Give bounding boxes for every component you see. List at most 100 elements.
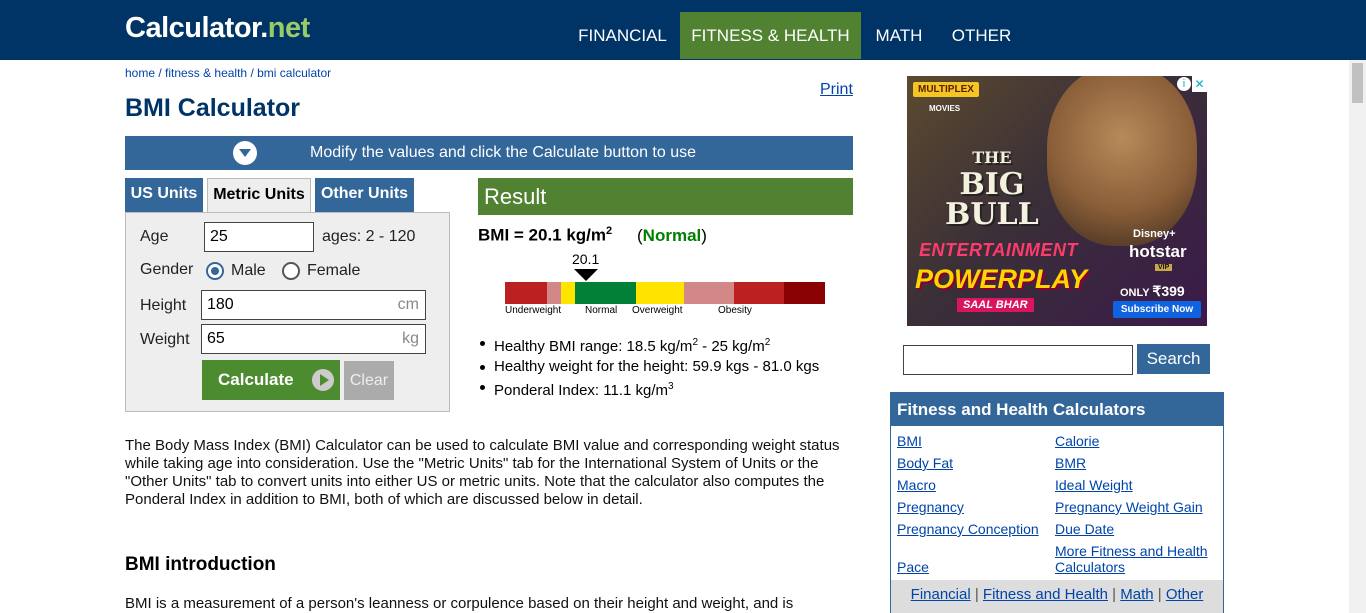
nav-financial[interactable]: FINANCIAL [565, 12, 680, 59]
gauge-segment [784, 282, 825, 304]
link-due-date[interactable]: Due Date [1055, 521, 1114, 537]
bmi-unit-exponent: 2 [606, 225, 613, 237]
stat-healthy-range-b: - 25 kg/m [698, 338, 765, 355]
link-calorie[interactable]: Calorie [1055, 433, 1099, 449]
search-button[interactable]: Search [1137, 344, 1210, 374]
search-input[interactable] [903, 345, 1133, 375]
ad-saal-bhar-text: SAAL BHAR [957, 298, 1034, 312]
footer-link-financial[interactable]: Financial [911, 586, 971, 603]
bmi-result: BMI = 20.1 kg/m2 [478, 225, 612, 246]
link-pregnancy[interactable]: Pregnancy [897, 499, 964, 515]
link-body-fat[interactable]: Body Fat [897, 455, 953, 471]
gauge-pointer-icon [574, 269, 598, 281]
gauge-label-underweight: Underweight [505, 305, 562, 316]
fitness-box-header: Fitness and Health Calculators [891, 393, 1223, 426]
category-footer-links: Financial | Fitness and Health | Math | … [891, 580, 1223, 613]
link-pace[interactable]: Pace [897, 559, 929, 575]
bmi-introduction-text: BMI is a measurement of a person's leann… [125, 595, 794, 612]
ad-disney-text: Disney+ [1133, 228, 1176, 240]
male-label[interactable]: Male [231, 262, 266, 280]
gauge-label-obesity: Obesity [718, 305, 752, 316]
footer-link-other[interactable]: Other [1166, 586, 1204, 603]
footer-separator: | [970, 586, 983, 603]
link-pregnancy-conception[interactable]: Pregnancy Conception [897, 521, 1039, 537]
site-logo[interactable]: Calculator.net [125, 12, 310, 45]
ad-subscribe-button[interactable]: Subscribe Now [1113, 301, 1201, 318]
link-bmr[interactable]: BMR [1055, 455, 1086, 471]
footer-link-fitness-health[interactable]: Fitness and Health [983, 586, 1108, 603]
nav-math[interactable]: MATH [861, 12, 937, 59]
result-header: Result [478, 178, 853, 215]
modify-values-text: Modify the values and click the Calculat… [310, 144, 696, 161]
tab-metric-units[interactable]: Metric Units [207, 178, 311, 213]
gender-label: Gender [140, 261, 194, 278]
ad-entertainment-text: ENTERTAINMENT [919, 240, 1078, 260]
clear-button[interactable]: Clear [344, 361, 394, 400]
height-unit: cm [397, 296, 419, 313]
ad-title-line: BIG [959, 167, 1025, 202]
top-navigation-bar: Calculator.net FINANCIAL FITNESS & HEALT… [0, 0, 1366, 60]
bmi-classification: (Normal) [637, 226, 707, 246]
female-radio[interactable] [282, 262, 300, 280]
ad-title-line: BULL [945, 197, 1039, 232]
weight-value: 65 [207, 330, 225, 347]
footer-link-math[interactable]: Math [1120, 586, 1153, 603]
page-scrollbar[interactable] [1349, 60, 1366, 613]
breadcrumb-fitness[interactable]: fitness & health [165, 66, 247, 80]
weight-input[interactable]: 65 kg [201, 324, 426, 354]
ad-price: ₹399 [1152, 283, 1185, 299]
link-ideal-weight[interactable]: Ideal Weight [1055, 477, 1133, 493]
tab-other-units[interactable]: Other Units [315, 178, 414, 212]
height-label: Height [140, 297, 187, 314]
stat-exponent: 2 [764, 337, 771, 348]
stat-healthy-weight: Healthy weight for the height: 59.9 kgs … [478, 357, 819, 377]
female-label[interactable]: Female [307, 262, 360, 280]
page-title: BMI Calculator [125, 94, 301, 122]
link-pregnancy-weight-gain[interactable]: Pregnancy Weight Gain [1055, 499, 1203, 515]
height-input[interactable]: 180 cm [201, 290, 426, 320]
male-radio[interactable] [206, 262, 224, 280]
classification-close: ) [701, 226, 707, 245]
chevron-down-icon[interactable] [233, 141, 257, 165]
breadcrumb: home / fitness & health / bmi calculator [125, 66, 331, 80]
weight-label: Weight [140, 331, 190, 348]
gauge-segment [547, 282, 561, 304]
advertisement-banner[interactable]: MULTIPLEX MOVIES THE BIG BULL ENTERTAINMEN… [907, 76, 1207, 326]
print-link[interactable]: Print [820, 81, 853, 99]
ad-movies-label: MOVIES [929, 104, 961, 113]
breadcrumb-separator: / [155, 66, 166, 80]
age-hint: ages: 2 - 120 [322, 228, 416, 245]
tab-us-units[interactable]: US Units [125, 178, 203, 212]
modify-values-bar[interactable]: Modify the values and click the Calculat… [125, 136, 853, 170]
ad-movie-title: THE BIG BULL [945, 146, 1039, 230]
ad-multiplex-badge: MULTIPLEX [913, 82, 979, 97]
calculate-button[interactable]: Calculate [202, 360, 340, 400]
link-bmi[interactable]: BMI [897, 433, 922, 449]
bmi-input-form: Age 25 ages: 2 - 120 Gender Male Female … [125, 212, 450, 412]
breadcrumb-home[interactable]: home [125, 66, 155, 80]
breadcrumb-current[interactable]: bmi calculator [257, 66, 331, 80]
bmi-stats-list: Healthy BMI range: 18.5 kg/m2 - 25 kg/m2… [478, 333, 819, 401]
link-more-fitness-health-calculators[interactable]: Calculators [1055, 559, 1125, 575]
nav-fitness-health[interactable]: FITNESS & HEALTH [680, 12, 861, 59]
ad-close-icon[interactable]: ✕ [1192, 76, 1207, 92]
logo-dot: . [260, 12, 268, 44]
gauge-value: 20.1 [572, 251, 600, 267]
link-macro[interactable]: Macro [897, 477, 936, 493]
fitness-health-calculators-box: Fitness and Health Calculators BMI Body … [890, 392, 1224, 613]
gauge-segment [684, 282, 734, 304]
scrollbar-thumb[interactable] [1352, 63, 1363, 103]
breadcrumb-separator: / [247, 66, 258, 80]
gauge-label-normal: Normal [585, 305, 618, 316]
ad-info-icon[interactable]: i [1177, 77, 1191, 91]
ad-hotstar-logo: hotstar [1129, 242, 1187, 261]
age-input[interactable]: 25 [204, 222, 314, 252]
gauge-segment [734, 282, 784, 304]
age-label: Age [140, 228, 169, 245]
ad-only-label: ONLY [1120, 287, 1150, 299]
bmi-introduction-heading: BMI introduction [125, 554, 276, 575]
weight-unit: kg [402, 330, 419, 347]
logo-net: net [267, 12, 311, 44]
link-more-fitness-health[interactable]: More Fitness and Health [1055, 543, 1208, 559]
nav-other[interactable]: OTHER [937, 12, 1026, 59]
